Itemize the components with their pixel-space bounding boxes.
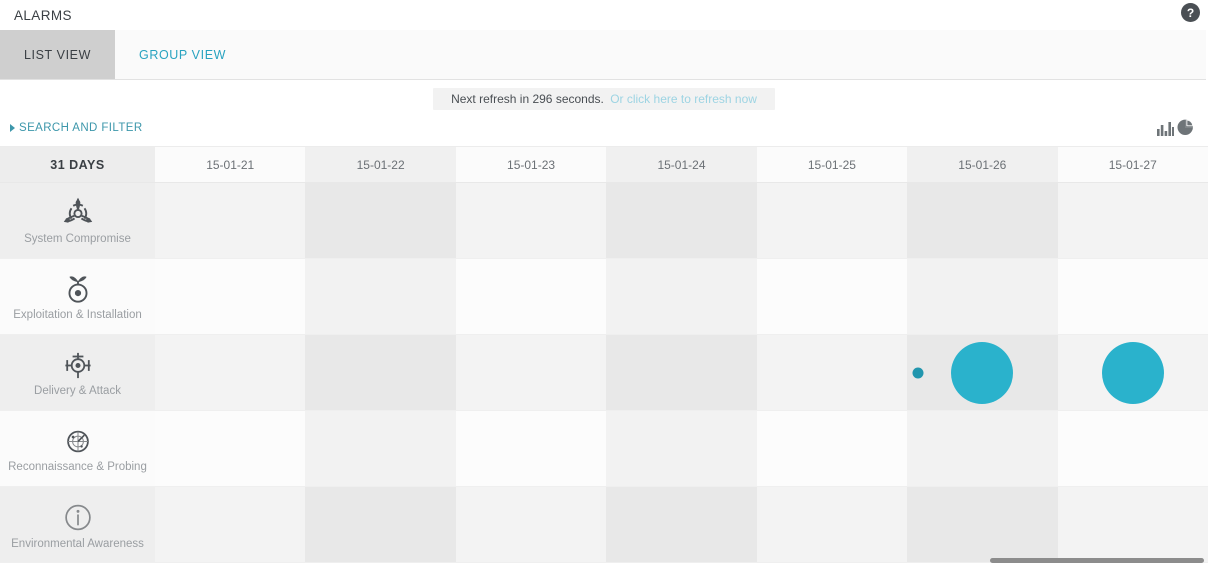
grid-cell[interactable] — [756, 183, 908, 258]
grid-cell[interactable] — [305, 411, 456, 486]
grid-cell[interactable] — [907, 335, 1058, 410]
grid-cell[interactable] — [907, 411, 1058, 486]
grid-cell[interactable] — [907, 183, 1058, 258]
grid-cell[interactable] — [606, 411, 757, 486]
search-and-filter-toggle[interactable]: SEARCH AND FILTER — [10, 122, 143, 134]
grid-cell[interactable] — [455, 487, 607, 562]
column-header-6[interactable]: 15-01-27 — [1057, 147, 1208, 182]
grid-cell[interactable] — [455, 183, 607, 258]
column-header-0[interactable]: 15-01-21 — [155, 147, 306, 182]
grid-cell[interactable] — [1057, 411, 1208, 486]
table-row: System Compromise — [0, 183, 1208, 259]
grid-cell[interactable] — [305, 259, 456, 334]
table-row: Delivery & Attack — [0, 335, 1208, 411]
grid-cell[interactable] — [907, 487, 1058, 562]
info-icon — [59, 500, 97, 535]
row-header-system-compromise[interactable]: System Compromise — [0, 183, 155, 258]
radar-icon — [60, 425, 96, 458]
bar-chart-icon[interactable] — [1157, 120, 1174, 141]
row-label-text: Reconnaissance & Probing — [8, 460, 147, 473]
row-header-delivery-attack[interactable]: Delivery & Attack — [0, 335, 155, 410]
grid-cell[interactable] — [606, 183, 757, 258]
alarm-bubble[interactable] — [1101, 341, 1164, 404]
grid-cell[interactable] — [756, 259, 908, 334]
grid-cell[interactable] — [606, 335, 757, 410]
grid-cell[interactable] — [305, 335, 456, 410]
refresh-pill: Next refresh in 296 seconds. Or click he… — [433, 88, 775, 110]
column-header-1[interactable]: 15-01-22 — [305, 147, 456, 182]
column-header-5[interactable]: 15-01-26 — [907, 147, 1058, 182]
tab-list-view-label: LIST VIEW — [24, 47, 91, 62]
grid-cell[interactable] — [305, 183, 456, 258]
crosshair-target-icon — [60, 349, 96, 382]
table-row: Reconnaissance & Probing — [0, 411, 1208, 487]
grid-cell[interactable] — [606, 487, 757, 562]
help-icon[interactable]: ? — [1181, 3, 1200, 22]
column-header-2[interactable]: 15-01-23 — [455, 147, 607, 182]
grid-cell[interactable] — [155, 335, 306, 410]
grid-cell[interactable] — [455, 335, 607, 410]
grid-cell[interactable] — [305, 487, 456, 562]
row-label-text: Environmental Awareness — [11, 537, 144, 550]
grid-cell[interactable] — [907, 259, 1058, 334]
bomb-icon — [60, 273, 96, 306]
column-header-3[interactable]: 15-01-24 — [606, 147, 757, 182]
view-tabs: LIST VIEW GROUP VIEW — [0, 30, 1206, 80]
row-label-text: Exploitation & Installation — [13, 308, 142, 321]
tab-group-view-label: GROUP VIEW — [139, 47, 227, 62]
row-header-exploitation-installation[interactable]: Exploitation & Installation — [0, 259, 155, 334]
column-header-4[interactable]: 15-01-25 — [756, 147, 908, 182]
table-row: Exploitation & Installation — [0, 259, 1208, 335]
grid-cell[interactable] — [756, 487, 908, 562]
grid-cell[interactable] — [756, 335, 908, 410]
refresh-countdown-text: Next refresh in 296 seconds. — [451, 92, 604, 106]
horizontal-scrollbar[interactable] — [0, 557, 1208, 564]
horizontal-scrollbar-thumb[interactable] — [990, 558, 1204, 563]
alarm-bubble-small[interactable] — [912, 367, 924, 378]
tab-group-view[interactable]: GROUP VIEW — [115, 30, 250, 79]
grid-cell[interactable] — [455, 411, 607, 486]
pie-chart-icon[interactable] — [1177, 119, 1194, 141]
page-title: ALARMS — [14, 7, 72, 23]
help-icon-label: ? — [1186, 5, 1195, 20]
grid-cell[interactable] — [1057, 487, 1208, 562]
grid-range-label[interactable]: 31 DAYS — [0, 147, 155, 182]
grid-cell[interactable] — [155, 487, 306, 562]
grid-cell[interactable] — [155, 183, 306, 258]
row-header-reconnaissance-probing[interactable]: Reconnaissance & Probing — [0, 411, 155, 486]
tab-list-view[interactable]: LIST VIEW — [0, 30, 115, 79]
row-label-text: System Compromise — [24, 232, 131, 245]
grid-cell[interactable] — [606, 259, 757, 334]
grid-cell[interactable] — [1057, 259, 1208, 334]
refresh-bar: Next refresh in 296 seconds. Or click he… — [0, 80, 1208, 118]
row-label-text: Delivery & Attack — [34, 384, 121, 397]
filter-row: SEARCH AND FILTER — [0, 118, 1208, 146]
biohazard-icon — [60, 197, 96, 230]
alarm-bubble[interactable] — [951, 341, 1014, 404]
chart-view-toggle[interactable] — [1157, 119, 1194, 141]
refresh-now-link[interactable]: Or click here to refresh now — [610, 92, 757, 106]
page-header: ALARMS ? — [0, 0, 1208, 30]
grid-cell[interactable] — [455, 259, 607, 334]
grid-cell[interactable] — [756, 411, 908, 486]
alarms-timeline-grid: 31 DAYS 15-01-21 15-01-22 15-01-23 15-01… — [0, 146, 1208, 564]
grid-cell[interactable] — [155, 259, 306, 334]
grid-cell[interactable] — [1057, 183, 1208, 258]
grid-cell[interactable] — [155, 411, 306, 486]
search-and-filter-label: SEARCH AND FILTER — [19, 122, 143, 134]
grid-cell[interactable] — [1057, 335, 1208, 410]
grid-body: System Compromise Exploitation & Install… — [0, 183, 1208, 563]
grid-header-row: 31 DAYS 15-01-21 15-01-22 15-01-23 15-01… — [0, 147, 1208, 183]
table-row: Environmental Awareness — [0, 487, 1208, 563]
row-header-environmental-awareness[interactable]: Environmental Awareness — [0, 487, 155, 562]
caret-right-icon — [10, 124, 15, 132]
